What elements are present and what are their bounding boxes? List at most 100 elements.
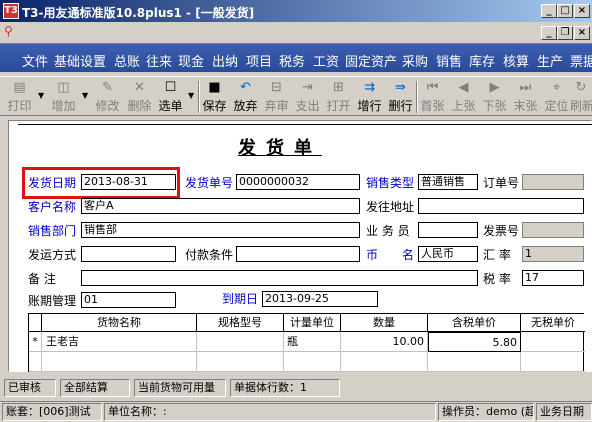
cell-spec[interactable] xyxy=(197,332,284,352)
menu-cash[interactable]: 现金 xyxy=(178,51,204,70)
cell-goods-name[interactable]: 王老吉 xyxy=(42,332,197,352)
menu-costing[interactable]: 核算 xyxy=(503,51,529,70)
locate-button[interactable]: ⌖ 定位 xyxy=(543,79,570,115)
tax-rate-field[interactable]: 17 xyxy=(522,270,584,286)
column-header-spec[interactable]: 规格型号 xyxy=(197,314,284,332)
column-header-unit[interactable]: 计量单位 xyxy=(284,314,341,332)
app-icon: T3 xyxy=(3,3,19,19)
open-button[interactable]: ⊞ 打开 xyxy=(325,79,352,115)
add-row-button[interactable]: ⇉ 增行 xyxy=(356,79,383,115)
menu-production[interactable]: 生产 xyxy=(537,51,563,70)
empty-cell[interactable] xyxy=(428,352,521,372)
menu-fixed-assets[interactable]: 固定资产 xyxy=(345,51,397,70)
select-dropdown-arrow-icon[interactable]: ▼ xyxy=(188,91,194,100)
sales-type-field[interactable]: 普通销售 xyxy=(418,174,478,190)
ship-address-field[interactable] xyxy=(418,198,584,214)
ship-no-field[interactable]: 0000000032 xyxy=(236,174,360,190)
menu-file[interactable]: 文件 xyxy=(22,51,48,70)
account-set-status: 账套：[006]测试 xyxy=(2,403,102,421)
mdi-bar: ⚲ _ ❐ × xyxy=(0,22,592,44)
due-date-field[interactable]: 2013-09-25 xyxy=(262,291,378,307)
add-document-icon: ◫ xyxy=(57,80,70,95)
first-button[interactable]: ⏮ 首张 xyxy=(419,79,446,115)
menu-inventory[interactable]: 库存 xyxy=(469,51,495,70)
discard-button[interactable]: ↶ 放弃 xyxy=(232,79,259,115)
menu-sales[interactable]: 销售 xyxy=(436,51,462,70)
order-no-field[interactable] xyxy=(522,174,584,190)
empty-cell[interactable] xyxy=(42,352,197,372)
ship-date-field[interactable]: 2013-08-31 xyxy=(81,174,176,190)
ship-method-field[interactable] xyxy=(81,246,176,262)
previous-record-icon: ◀ xyxy=(458,80,469,95)
ship-date-label: 发货日期 xyxy=(28,176,77,190)
save-button[interactable]: ■ 保存 xyxy=(201,79,228,115)
customer-field[interactable]: 客户A xyxy=(81,198,360,214)
child-minimize-button[interactable]: _ xyxy=(541,26,557,40)
menu-cashier[interactable]: 出纳 xyxy=(212,51,238,70)
column-header-notax-price[interactable]: 无税单价 xyxy=(521,314,585,332)
select-order-button[interactable]: ☐ 选单 xyxy=(157,79,184,115)
menu-accounts[interactable]: 往来 xyxy=(146,51,172,70)
empty-cell[interactable] xyxy=(521,352,585,372)
menu-basic-settings[interactable]: 基础设置 xyxy=(54,51,106,70)
menu-payroll[interactable]: 工资 xyxy=(313,51,339,70)
print-button[interactable]: ▤ 打印 xyxy=(6,79,33,115)
cell-unit[interactable]: 瓶 xyxy=(284,332,341,352)
add-row-icon: ⇉ xyxy=(364,80,375,95)
empty-cell[interactable] xyxy=(284,352,341,372)
payment-terms-field[interactable] xyxy=(236,246,360,262)
column-header-price[interactable]: 含税单价 xyxy=(428,314,521,332)
delete-row-button[interactable]: ⇛ 删行 xyxy=(387,79,414,115)
open-icon: ⊞ xyxy=(333,80,344,95)
salesman-field[interactable] xyxy=(418,222,478,238)
edit-button[interactable]: ✎ 修改 xyxy=(94,79,121,115)
menu-project[interactable]: 项目 xyxy=(246,51,272,70)
exchange-rate-field[interactable]: 1 xyxy=(522,246,584,262)
empty-cell[interactable] xyxy=(341,352,428,372)
form-top-rule xyxy=(18,124,592,128)
child-close-button[interactable]: × xyxy=(574,26,590,40)
empty-cell[interactable] xyxy=(197,352,284,372)
currency-field[interactable]: 人民币 xyxy=(418,246,478,262)
invoice-no-field[interactable] xyxy=(522,222,584,238)
exchange-rate-label: 汇 率 xyxy=(483,248,511,262)
payout-button[interactable]: ⇥ 支出 xyxy=(294,79,321,115)
grid-corner xyxy=(29,314,42,332)
delete-button[interactable]: ✕ 删除 xyxy=(126,79,153,115)
menu-ledger[interactable]: 总账 xyxy=(114,51,140,70)
add-button[interactable]: ◫ 增加 xyxy=(50,79,77,115)
minimize-button[interactable]: _ xyxy=(541,4,557,18)
note-field[interactable] xyxy=(81,270,478,286)
unapprove-icon: ⊟ xyxy=(271,80,282,95)
next-record-icon: ▶ xyxy=(489,80,500,95)
last-button[interactable]: ⏭ 末张 xyxy=(512,79,539,115)
title-bar: T3 T3-用友通标准版10.8plus1 - [一般发货] _ □ × xyxy=(0,0,592,22)
last-record-icon: ⏭ xyxy=(519,80,532,95)
approved-status: 已审核 xyxy=(4,379,56,397)
row-count-status: 单据体行数：1 xyxy=(230,379,340,397)
refresh-button[interactable]: ↻ 刷新 xyxy=(570,79,592,115)
customer-label: 客户名称 xyxy=(28,200,77,214)
due-date-label: 到期日 xyxy=(222,292,259,306)
cell-notax-price[interactable] xyxy=(521,332,585,352)
toolbar: ▤ 打印 ▼ ◫ 增加 ▼ ✎ 修改 ✕ 删除 ☐ 选单 ▼ ■ 保存 ↶ 放弃 ⊟ 弃审 ⇥ 支… xyxy=(0,76,592,116)
close-button[interactable]: × xyxy=(574,4,590,18)
previous-button[interactable]: ◀ 上张 xyxy=(450,79,477,115)
delete-row-icon: ⇛ xyxy=(395,80,406,95)
maximize-button[interactable]: □ xyxy=(557,4,573,18)
menu-tax[interactable]: 税务 xyxy=(279,51,305,70)
note-label: 备 注 xyxy=(28,272,56,286)
child-restore-button[interactable]: ❐ xyxy=(557,26,573,40)
column-header-name[interactable]: 货物名称 xyxy=(42,314,197,332)
unapprove-button[interactable]: ⊟ 弃审 xyxy=(263,79,290,115)
document-icon: ⚲ xyxy=(4,24,13,38)
cell-qty[interactable]: 10.00 xyxy=(341,332,428,352)
period-field[interactable]: 01 xyxy=(81,292,176,308)
cell-price[interactable]: 5.80 xyxy=(428,332,521,352)
menu-purchase[interactable]: 采购 xyxy=(402,51,428,70)
order-no-label: 订单号 xyxy=(483,176,520,190)
next-button[interactable]: ▶ 下张 xyxy=(481,79,508,115)
department-field[interactable]: 销售部 xyxy=(81,222,360,238)
column-header-qty[interactable]: 数量 xyxy=(341,314,428,332)
menu-bills[interactable]: 票据 xyxy=(570,51,592,70)
